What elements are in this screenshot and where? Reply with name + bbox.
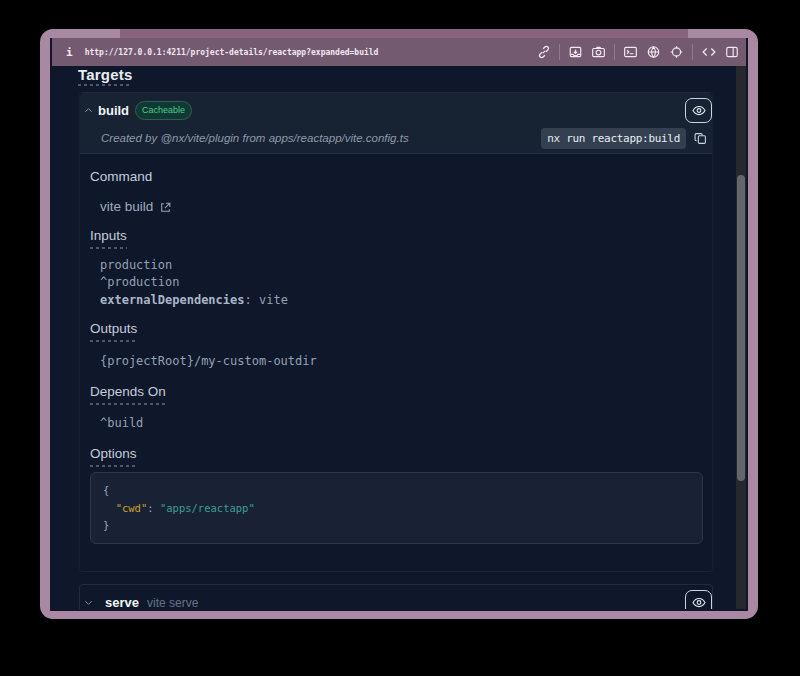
targets-heading: Targets (78, 67, 132, 86)
input-item: ^production (100, 274, 712, 292)
scrollbar-track[interactable] (736, 66, 746, 609)
external-link-icon[interactable] (159, 201, 172, 214)
command-value: vite build (100, 199, 153, 215)
crosshair-icon[interactable] (669, 45, 684, 59)
code-brackets-icon[interactable] (701, 45, 717, 59)
build-card-body: Command vite build Inputs production ^pr… (80, 169, 712, 544)
json-close-brace: } (103, 519, 109, 531)
app-window: i http://127.0.0.1:4211/project-details/… (40, 29, 758, 619)
info-icon[interactable]: i (66, 46, 73, 59)
camera-icon[interactable] (591, 45, 606, 59)
link-icon[interactable] (537, 45, 551, 59)
serve-command-text: vite serve (147, 596, 198, 610)
chevron-up-icon[interactable] (83, 105, 94, 116)
page-content: Targets build Cacheable Created by @nx/v… (52, 66, 746, 609)
window-inner: i http://127.0.0.1:4211/project-details/… (50, 38, 748, 611)
created-by-text: Created by @nx/vite/plugin from apps/rea… (101, 132, 409, 144)
serve-eye-button[interactable] (685, 590, 712, 609)
json-value-cwd: "apps/reactapp" (160, 502, 255, 514)
url-text[interactable]: http://127.0.0.1:4211/project-details/re… (85, 48, 379, 57)
copy-icon[interactable] (694, 131, 707, 146)
globe-icon[interactable] (646, 45, 661, 59)
cacheable-badge: Cacheable (135, 101, 192, 120)
inputs-heading: Inputs (90, 228, 127, 249)
options-heading: Options (90, 446, 137, 467)
run-command-chip[interactable]: nx run reactapp:build (541, 128, 686, 149)
json-open-brace: { (103, 484, 109, 496)
titlebar: i http://127.0.0.1:4211/project-details/… (52, 38, 746, 66)
eye-icon (691, 595, 707, 609)
depends-on-item: ^build (100, 414, 712, 432)
target-card-serve: serve vite serve (79, 584, 713, 609)
eye-button[interactable] (685, 98, 712, 123)
terminal-icon[interactable] (623, 45, 638, 59)
sidebar-panel-icon[interactable] (725, 45, 739, 59)
eye-icon (691, 103, 707, 118)
titlebar-divider (614, 44, 615, 60)
input-item-named: externalDependencies: vite (100, 291, 712, 309)
json-key-cwd: "cwd" (116, 502, 148, 514)
command-heading: Command (90, 169, 152, 185)
target-card-build: build Cacheable Created by @nx/vite/plug… (79, 92, 713, 572)
target-name-build[interactable]: build (98, 103, 129, 118)
depends-on-heading: Depends On (90, 384, 166, 405)
target-name-serve[interactable]: serve (105, 595, 139, 609)
options-json-box: { "cwd": "apps/reactapp" } (90, 472, 703, 545)
output-item: {projectRoot}/my-custom-outdir (100, 353, 712, 371)
chevron-down-icon[interactable] (83, 597, 94, 608)
outputs-heading: Outputs (90, 321, 137, 342)
inbox-arrow-icon[interactable] (568, 45, 583, 59)
scrollbar-thumb[interactable] (737, 175, 745, 481)
titlebar-divider (559, 44, 560, 60)
titlebar-divider (692, 44, 693, 60)
build-card-header[interactable]: build Cacheable Created by @nx/vite/plug… (80, 93, 712, 154)
input-item: production (100, 256, 712, 274)
